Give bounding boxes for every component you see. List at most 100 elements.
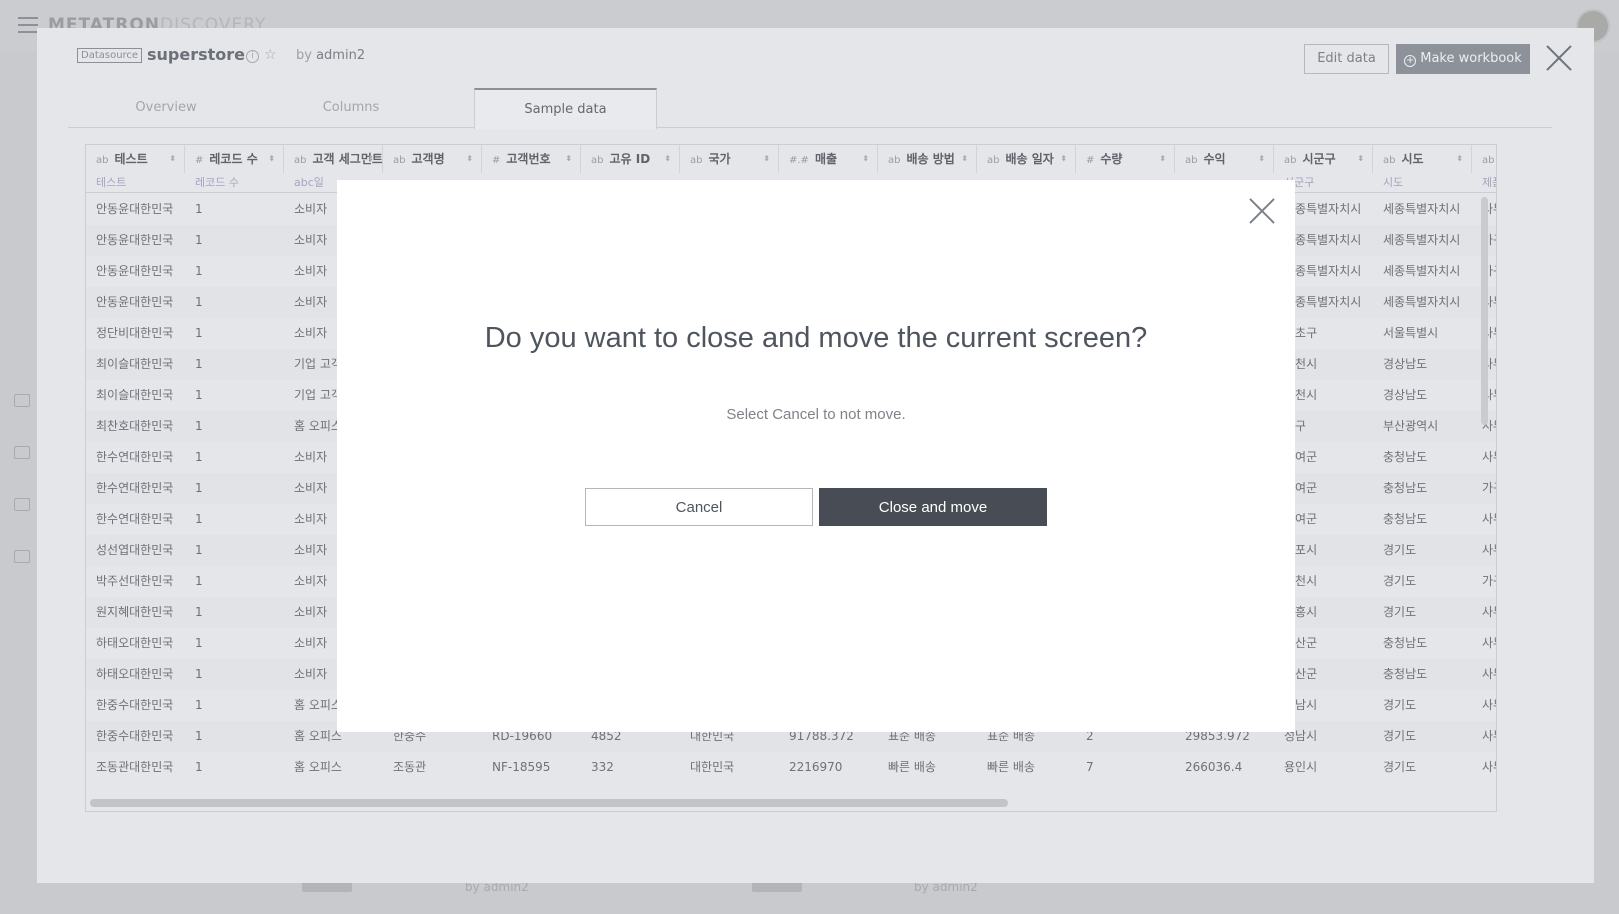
column-header[interactable]: # 수량 ⬍ <box>1076 145 1175 173</box>
table-cell: 1 <box>195 295 203 309</box>
table-cell: 경기도 <box>1383 760 1417 774</box>
tab-bar: Overview Columns Sample data <box>68 88 1552 129</box>
table-cell: 사무용 <box>1482 667 1496 681</box>
column-header[interactable]: ab 시군구 ⬍ <box>1274 145 1373 173</box>
table-row[interactable]: 조동관대한민국 1 홈 오피스 조동관 NF-18595 332 대한민국 2216970 빠른… <box>86 752 1496 783</box>
sort-icon[interactable]: ⬍ <box>466 145 473 173</box>
table-cell: 빠른 배송 <box>888 760 936 774</box>
star-icon[interactable]: ☆ <box>264 47 277 63</box>
table-cell: 경기도 <box>1383 729 1417 743</box>
column-name: 매출 <box>814 152 838 166</box>
column-header[interactable]: # 고객번호 ⬍ <box>482 145 581 173</box>
sort-icon[interactable]: ⬍ <box>763 145 770 173</box>
sort-icon[interactable]: ⬍ <box>664 145 671 173</box>
column-header[interactable]: ab 시도 ⬍ <box>1373 145 1472 173</box>
sort-icon[interactable]: ⬍ <box>1258 145 1265 173</box>
tab-sample-data[interactable]: Sample data <box>474 88 657 129</box>
column-name: 고유 ID <box>609 152 651 166</box>
column-name: 레코드 수 <box>209 152 258 166</box>
sort-icon[interactable]: ⬍ <box>1159 145 1166 173</box>
table-cell: 최찬호대한민국 <box>96 419 174 433</box>
column-name: 수익 <box>1203 152 1226 166</box>
table-cell: 1 <box>195 636 203 650</box>
menu-icon[interactable] <box>18 17 38 33</box>
datasource-owner: by admin2 <box>296 48 366 63</box>
column-type-icon: #.# <box>789 155 809 166</box>
table-cell: 사무용 <box>1482 543 1496 557</box>
close-icon[interactable] <box>1545 44 1573 72</box>
table-cell: 용인시 <box>1284 760 1318 774</box>
table-cell: 1 <box>195 419 203 433</box>
table-cell: 1 <box>195 326 203 340</box>
sort-icon[interactable]: ⬍ <box>169 145 176 173</box>
table-cell: 1 <box>195 698 203 712</box>
close-and-move-button[interactable]: Close and move <box>819 488 1047 526</box>
table-cell: 안동윤대한민국 <box>96 264 174 278</box>
table-cell: 1 <box>195 760 203 774</box>
table-cell: 빠른 배송 <box>987 760 1035 774</box>
table-cell: 하태오대한민국 <box>96 636 174 650</box>
table-cell: 서울특별시 <box>1383 326 1439 340</box>
table-cell: 최이슬대한민국 <box>96 388 174 402</box>
edit-data-button[interactable]: Edit data <box>1304 44 1389 74</box>
table-cell: 원지혜대한민국 <box>96 605 174 619</box>
column-header[interactable]: ab 고객명 ⬍ <box>383 145 482 173</box>
folder-icon <box>14 394 30 407</box>
info-icon[interactable]: i <box>246 50 259 63</box>
column-type-icon: ab <box>294 155 307 166</box>
dialog-close-icon[interactable] <box>1249 198 1275 224</box>
column-header[interactable]: ab 배송 방법 ⬍ <box>878 145 977 173</box>
table-cell: 사무기 <box>1482 760 1496 774</box>
column-type-icon: # <box>1086 155 1095 166</box>
horizontal-scrollbar[interactable] <box>90 799 1008 807</box>
column-name: 배송 일자 <box>1005 152 1054 166</box>
column-header[interactable]: ab 수익 ⬍ <box>1175 145 1274 173</box>
column-type-icon: # <box>195 155 204 166</box>
column-header[interactable]: ab 고유 ID ⬍ <box>581 145 680 173</box>
make-workbook-button[interactable]: + Make workbook <box>1396 44 1530 74</box>
table-cell: 세종특별자치시 <box>1383 295 1461 309</box>
column-header[interactable]: #.# 매출 ⬍ <box>779 145 878 173</box>
column-header[interactable]: ab제품⬍ <box>1472 145 1496 173</box>
table-cell: 충청남도 <box>1383 636 1428 650</box>
sort-icon[interactable]: ⬍ <box>1357 145 1364 173</box>
sort-icon[interactable]: ⬍ <box>1060 145 1067 173</box>
table-cell: 1 <box>195 202 203 216</box>
table-cell: 한수연대한민국 <box>96 481 174 495</box>
table-cell: 1 <box>195 543 203 557</box>
table-cell: 경상남도 <box>1383 388 1428 402</box>
column-type-icon: # <box>492 155 501 166</box>
column-header[interactable]: ab 국가 ⬍ <box>680 145 779 173</box>
table-cell: 사무용 <box>1482 729 1496 743</box>
vertical-scrollbar[interactable] <box>1481 197 1488 425</box>
tab-columns[interactable]: Columns <box>261 88 441 128</box>
column-header[interactable]: ab 배송 일자 ⬍ <box>977 145 1076 173</box>
table-cell: 사무용 <box>1482 605 1496 619</box>
table-cell: 박주선대한민국 <box>96 574 174 588</box>
table-cell: 사무용 <box>1482 512 1496 526</box>
sort-icon[interactable]: ⬍ <box>565 145 572 173</box>
column-header[interactable]: ab 테스트 ⬍ <box>86 145 185 173</box>
folder-icon <box>14 550 30 563</box>
column-header[interactable]: ab 고객 세그먼트 ⬍ <box>284 145 383 173</box>
plus-icon: + <box>1404 55 1417 67</box>
table-cell: 한중수대한민국 <box>96 729 174 743</box>
table-cell: 가구 <box>1482 574 1496 588</box>
sort-icon[interactable]: ⬍ <box>862 145 869 173</box>
table-cell: 경기도 <box>1383 605 1417 619</box>
table-cell: 가구 <box>1482 481 1496 495</box>
cancel-button[interactable]: Cancel <box>585 488 813 526</box>
column-name: 고객번호 <box>506 152 551 166</box>
sort-icon[interactable]: ⬍ <box>268 145 275 173</box>
table-cell: 경기도 <box>1383 574 1417 588</box>
column-header[interactable]: # 레코드 수 ⬍ <box>185 145 284 173</box>
tab-overview[interactable]: Overview <box>76 88 256 128</box>
column-name: 시도 <box>1401 152 1424 166</box>
sort-icon[interactable]: ⬍ <box>961 145 968 173</box>
sort-icon[interactable]: ⬍ <box>1456 145 1463 173</box>
table-cell: 7 <box>1086 760 1094 774</box>
table-cell: 정단비대한민국 <box>96 326 174 340</box>
column-alias: 제품 대분 <box>1482 176 1496 189</box>
column-alias: 테스트 <box>96 176 127 189</box>
sort-icon[interactable]: ⬍ <box>367 145 374 173</box>
